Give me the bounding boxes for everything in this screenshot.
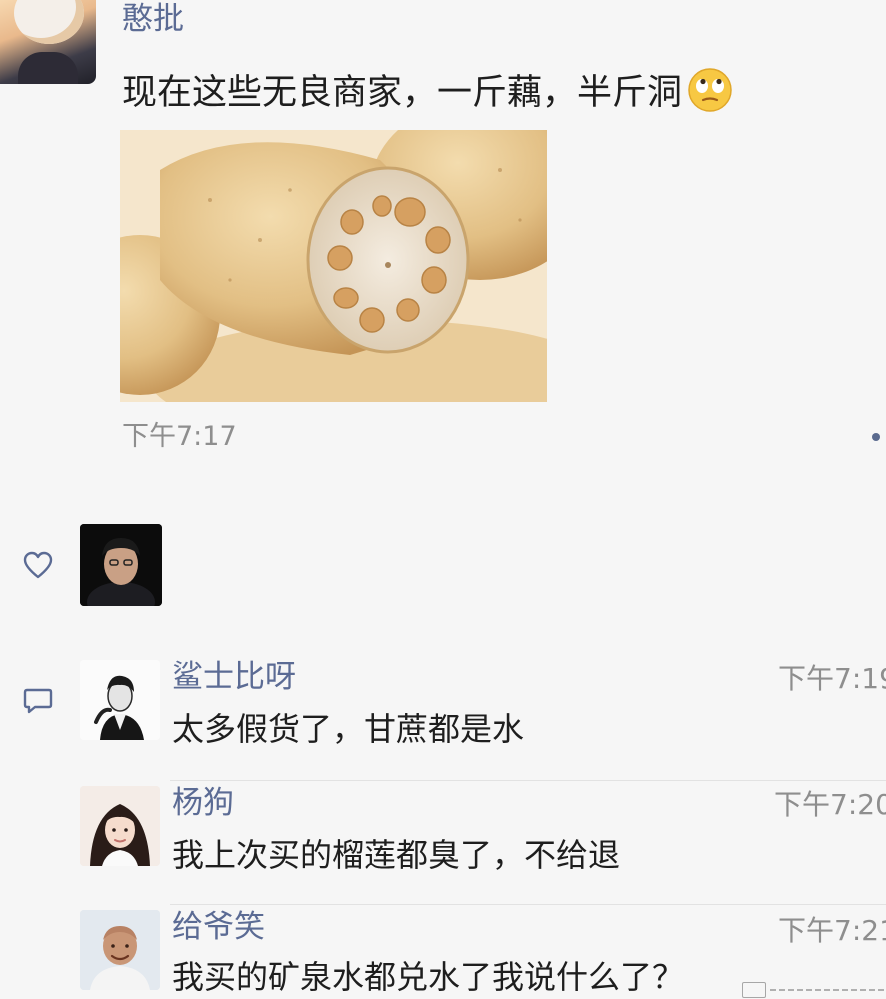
commenter-avatar[interactable] [80, 660, 160, 740]
rolling-eyes-emoji-icon [688, 68, 732, 112]
comment-divider [170, 904, 886, 905]
commenter-avatar[interactable] [80, 786, 160, 866]
comment-timestamp: 下午7:19 [778, 662, 886, 695]
comment-text[interactable]: 太多假货了，甘蔗都是水 [172, 708, 524, 750]
heart-icon [23, 551, 53, 579]
post-author-avatar[interactable] [0, 0, 96, 84]
post-author-name[interactable]: 憨批 [122, 0, 184, 38]
comment-divider [170, 780, 886, 781]
post-timestamp: 下午7:17 [122, 421, 237, 452]
comment-text[interactable]: 我买的矿泉水都兑水了我说什么了？ [172, 956, 684, 998]
more-options-icon[interactable] [872, 433, 880, 441]
comment-timestamp: 下午7:21 [778, 914, 886, 947]
commenter-avatar[interactable] [80, 910, 160, 990]
post-text-content: 现在这些无良商家，一斤藕，半斤洞 [122, 73, 683, 113]
comment-timestamp: 下午7:20 [774, 788, 886, 821]
post-text: 现在这些无良商家，一斤藕，半斤洞 [122, 66, 734, 116]
comment-icon [23, 688, 53, 714]
watermark [742, 982, 886, 998]
commenter-name[interactable]: 杨狗 [172, 784, 234, 822]
post-image-lotus-root[interactable] [120, 130, 547, 402]
liker-avatar[interactable] [80, 524, 162, 606]
comment-text[interactable]: 我上次买的榴莲都臭了，不给退 [172, 834, 620, 876]
commenter-name[interactable]: 给爷笑 [172, 908, 265, 946]
commenter-name[interactable]: 鲨士比呀 [172, 658, 296, 696]
